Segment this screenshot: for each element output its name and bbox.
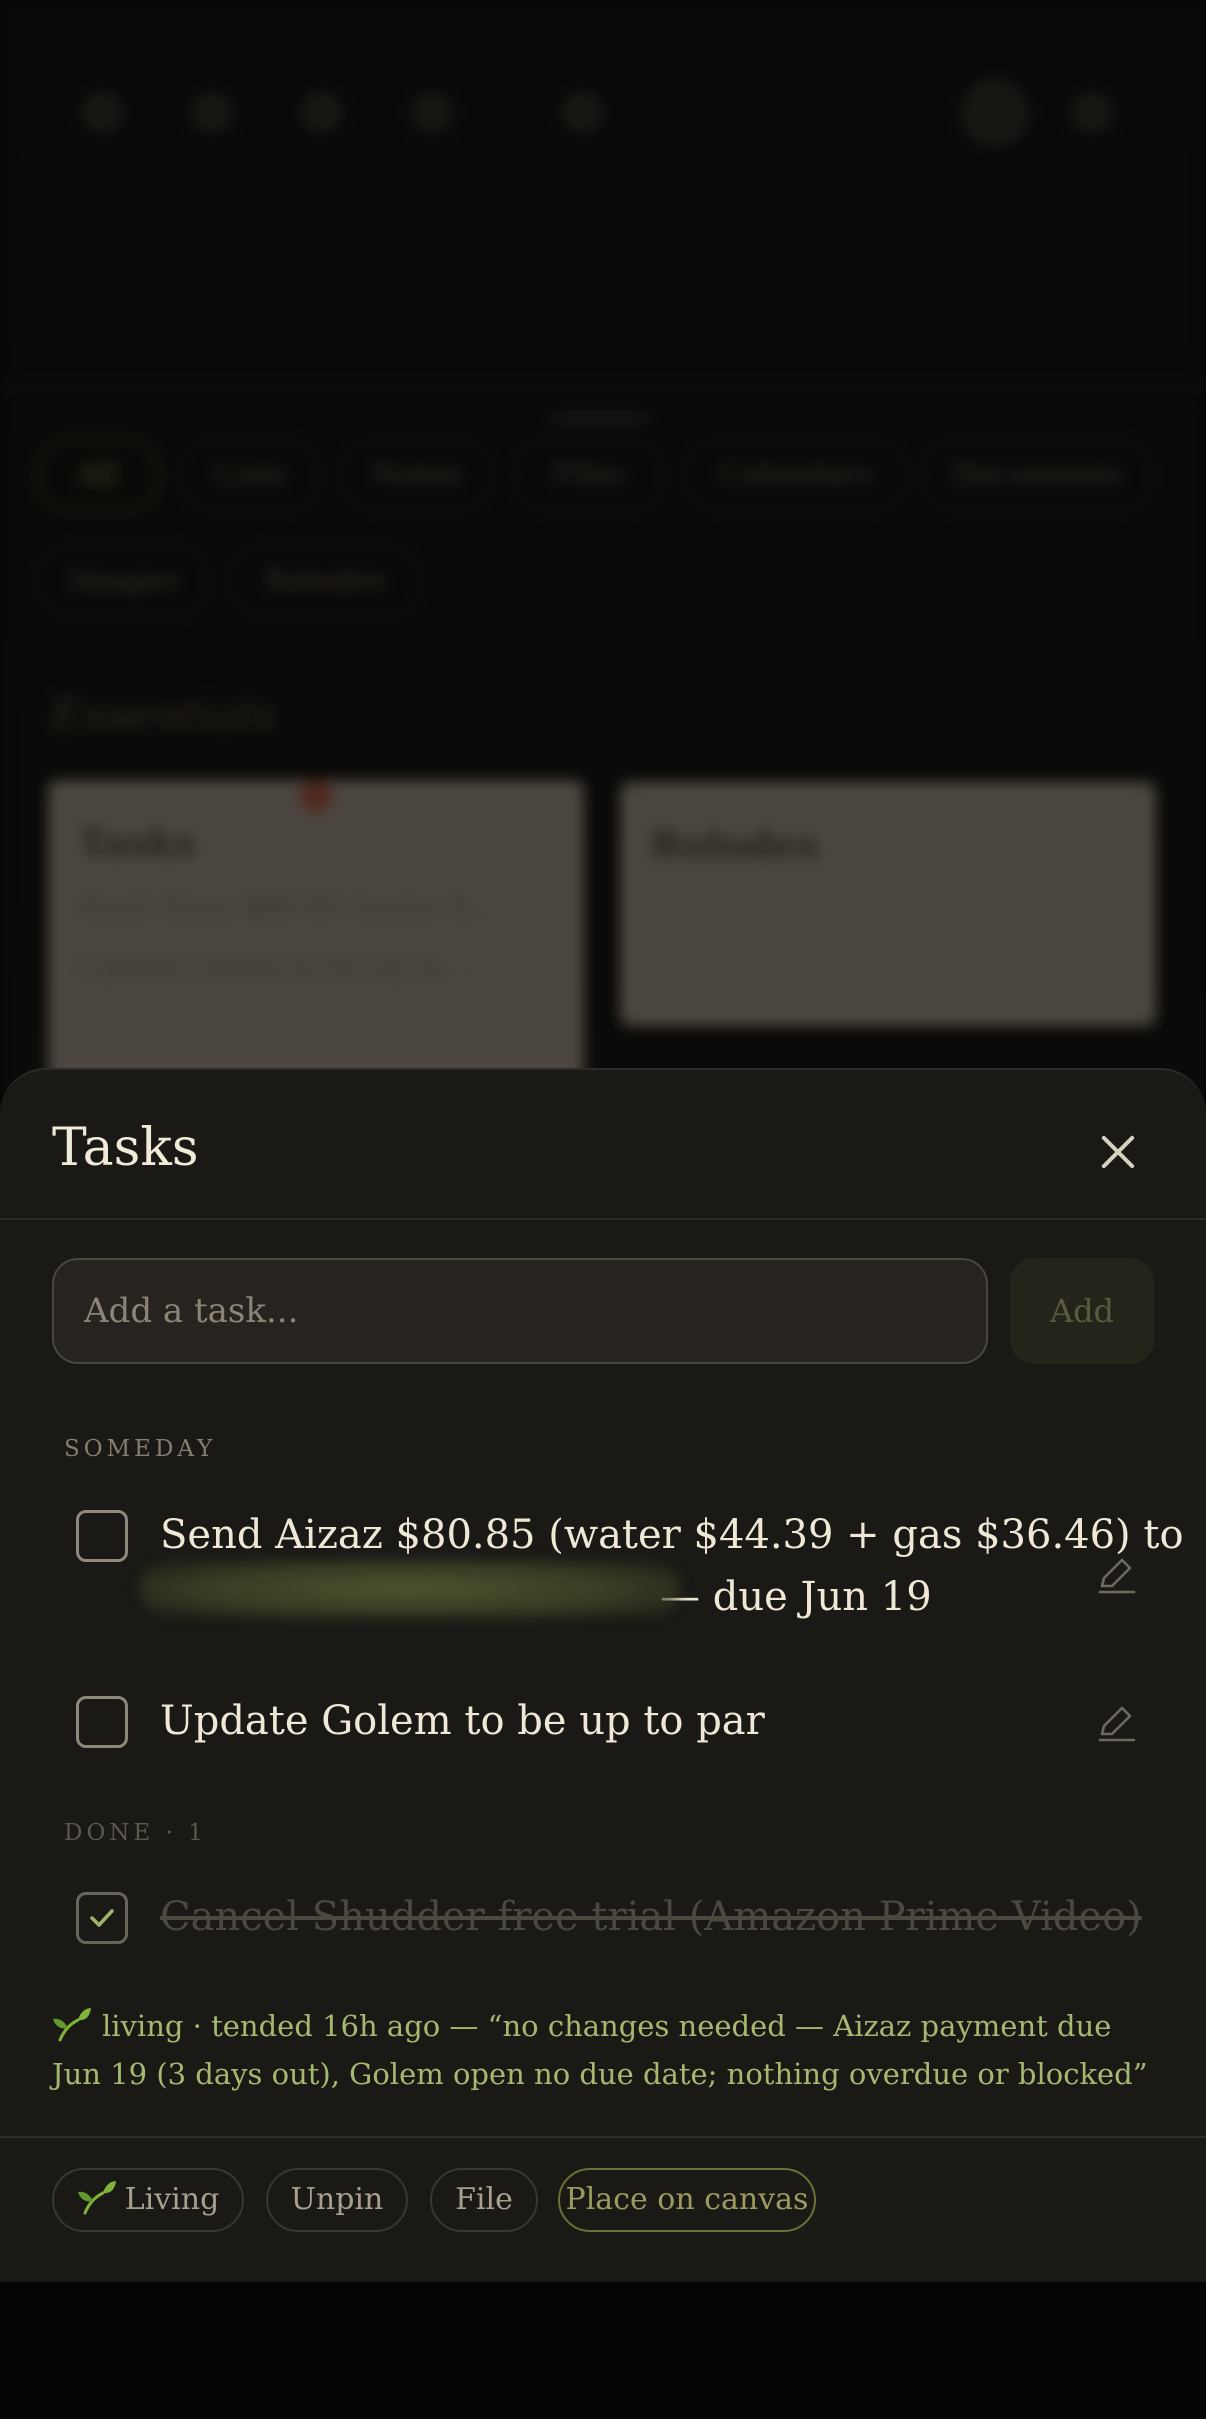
task-text-line: Send Aizaz $80.85 (water $44.39 + gas $3… [160, 1512, 1184, 1558]
toolbar-icon [1070, 90, 1114, 134]
filter-chip-images: Images [36, 544, 210, 618]
toolbar-icon [300, 90, 344, 134]
edit-pencil-icon[interactable] [1094, 1700, 1138, 1744]
filter-chip-documents: Documents [920, 438, 1154, 512]
drag-handle [550, 415, 650, 421]
close-icon[interactable] [1092, 1126, 1144, 1178]
rolodex-card: Rolodex [620, 782, 1156, 1026]
avatar [960, 78, 1030, 148]
task-text-done: Cancel Shudder free trial (Amazon Prime … [160, 1894, 1142, 1940]
filter-chip-rolodex: Rolodex [228, 544, 422, 618]
header-divider [0, 1218, 1206, 1220]
footer-divider [0, 2136, 1206, 2138]
toolbar-icon [560, 90, 604, 134]
redaction-blur [140, 1560, 680, 1618]
section-title: Essentials [50, 690, 277, 741]
add-task-button[interactable]: Add [1010, 1258, 1154, 1364]
toolbar-icon [80, 90, 124, 134]
section-label-done: DONE · 1 [64, 1820, 207, 1846]
background-page: All Lists Notes Files Calendars Document… [0, 0, 1206, 1120]
sprout-icon [53, 2008, 91, 2042]
filter-chip-all: All [36, 438, 160, 512]
living-label: Living [124, 2182, 220, 2217]
toolbar-icon [190, 90, 234, 134]
checkmark-icon [90, 1909, 114, 1927]
filter-chip-lists: Lists [178, 438, 322, 512]
filter-chip-calendars: Calendars [684, 438, 908, 512]
living-button[interactable]: Living [52, 2168, 244, 2232]
filter-chip-files: Files [512, 438, 666, 512]
place-on-canvas-button[interactable]: Place on canvas [558, 2168, 816, 2232]
card-row: Send Aizaz $80.85 (water $... [78, 890, 496, 923]
unpin-button[interactable]: Unpin [266, 2168, 408, 2232]
file-button[interactable]: File [430, 2168, 538, 2232]
sheet-title: Tasks [52, 1118, 199, 1178]
task-text: Update Golem to be up to par [160, 1698, 765, 1744]
add-task-input[interactable] [52, 1258, 988, 1364]
toolbar-icon [410, 90, 454, 134]
task-checkbox[interactable] [76, 1696, 128, 1748]
notification-dot [300, 780, 332, 812]
task-checkbox-checked[interactable] [76, 1892, 128, 1944]
sprout-icon [77, 2181, 116, 2215]
background-divider [0, 385, 1206, 388]
card-title: Rolodex [650, 822, 821, 867]
living-note-text: living · tended 16h ago — “no changes ne… [52, 2009, 1148, 2091]
living-status-note: living · tended 16h ago — “no changes ne… [52, 2002, 1162, 2098]
edit-pencil-icon[interactable] [1094, 1552, 1138, 1596]
card-title: Tasks [78, 820, 197, 865]
task-checkbox[interactable] [76, 1510, 128, 1562]
tasks-sheet: Tasks Add SOMEDAY Send Aizaz $80.85 (wat… [0, 1068, 1206, 2282]
section-label-someday: SOMEDAY [64, 1436, 217, 1462]
filter-chip-notes: Notes [340, 438, 494, 512]
card-row: Update Golem to be up to ... [78, 950, 481, 983]
background-toolbar [60, 70, 1146, 160]
